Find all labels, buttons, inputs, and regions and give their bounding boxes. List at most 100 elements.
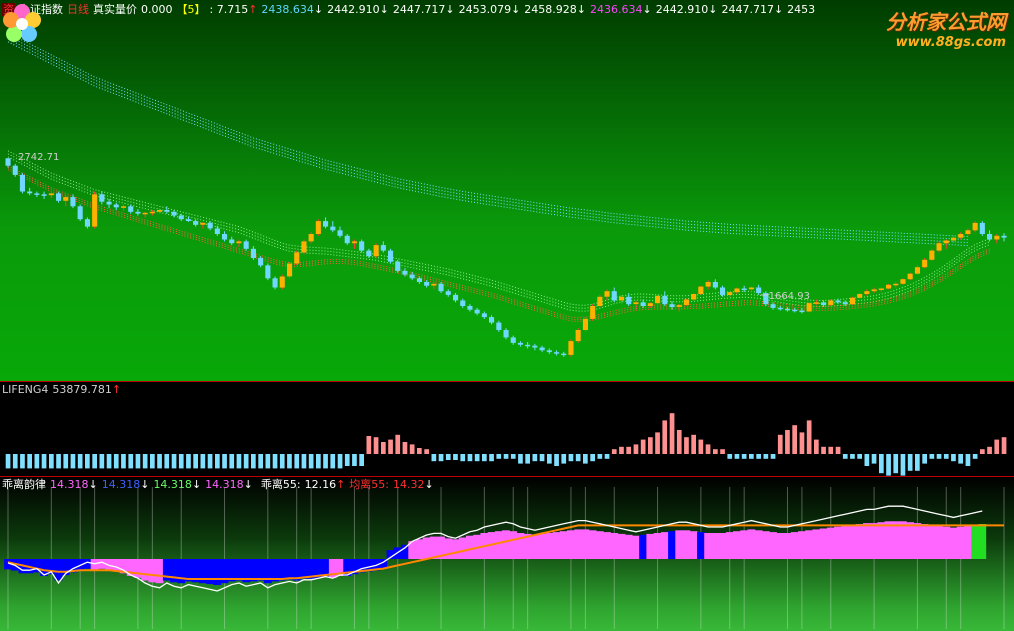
candle-body [481, 313, 487, 318]
candle-body [936, 243, 942, 251]
regime-block [949, 527, 958, 559]
candle-body [222, 234, 228, 240]
candle-body [987, 234, 993, 240]
regime-block [834, 526, 842, 559]
volume-bar [337, 454, 343, 469]
volume-bar [662, 420, 668, 454]
indicator-value: 0.000 [141, 3, 173, 16]
regime-block [884, 521, 893, 559]
regime-block [552, 532, 561, 559]
oscillator-chart [4, 487, 1005, 629]
candle-body [741, 288, 747, 290]
volume-bar [373, 437, 379, 454]
osc-arrow-3: ↓ [243, 478, 253, 491]
volume-bar [720, 449, 725, 454]
regime-block [646, 533, 655, 559]
candle-body [315, 221, 321, 234]
regime-block [502, 530, 510, 559]
candle-body [647, 303, 653, 306]
regime-block [927, 524, 936, 559]
volume-bar [395, 434, 401, 454]
ma-value-3: 2453.079 [458, 3, 512, 16]
regime-block [177, 559, 186, 584]
price-panel[interactable]: 资上证指数 日线 真实量价 0.000 【5】: 7.715↑ 2438.634↓ 2442… [0, 0, 1014, 382]
regime-block [451, 539, 460, 559]
ma-value-7: 2447.717 [721, 3, 774, 16]
volume-bar [547, 454, 552, 464]
site-logo[interactable]: 分析家公式网 www.88gs.com [886, 6, 1006, 50]
ma-arrow-3: ↓ [511, 3, 521, 16]
candle-body [207, 222, 213, 229]
candle-body [359, 241, 365, 251]
candle-body [323, 221, 329, 227]
regime-block [718, 533, 727, 559]
volume-bar [640, 439, 646, 454]
volume-bar [806, 420, 812, 454]
candle-body [63, 197, 69, 201]
regime-block [761, 531, 770, 559]
volume-bar [323, 454, 328, 469]
oscillator-panel[interactable]: 乖离韵律 14.318↓ 14.318↓ 14.318↓ 14.318↓ 乖离55: 12.… [0, 477, 1014, 631]
candle-body [272, 278, 278, 288]
regime-block [235, 559, 243, 581]
volume-bar [474, 454, 480, 462]
regime-block [134, 559, 142, 578]
volume-bar [655, 432, 660, 454]
volume-bar [287, 454, 292, 469]
regime-block [581, 529, 590, 559]
volume-bar [510, 454, 516, 459]
ma-arrow-1: ↓ [379, 3, 389, 16]
candle-body [683, 299, 689, 305]
candle-body [799, 310, 805, 313]
volume-bar [265, 454, 271, 469]
regime-block [848, 524, 857, 559]
regime-block [971, 524, 979, 559]
volume-bar [698, 439, 704, 454]
candle-body [720, 287, 726, 295]
regime-block [956, 526, 965, 559]
candle-body [914, 267, 920, 274]
candle-body [611, 291, 617, 301]
volume-bar [980, 449, 985, 454]
volume-bar [215, 454, 220, 469]
volume-panel[interactable]: LIFENG4 53879.781↑ [0, 382, 1014, 477]
volume-bar [611, 449, 617, 454]
volume-bar [929, 454, 935, 459]
regime-block [891, 521, 900, 559]
volume-bar [207, 454, 213, 469]
osc-value-2: 14.318 [153, 478, 192, 491]
volume-bar [12, 454, 18, 469]
ma-value-0: 2438.634 [261, 3, 314, 16]
volume-bar [633, 444, 639, 454]
candle-body [19, 174, 25, 192]
candle-body [489, 317, 495, 323]
candle-body [871, 289, 877, 292]
osc-label3: 均离55: [349, 478, 389, 491]
candle-body [27, 191, 33, 194]
regime-block [213, 559, 222, 585]
volume-bar [951, 454, 956, 462]
candle-body [185, 219, 191, 221]
candle-body [582, 318, 588, 330]
ma-value-2: 2447.717 [392, 3, 446, 16]
volume-bar [200, 454, 206, 469]
regime-block [429, 536, 438, 559]
ma-value-1: 2442.910 [327, 3, 380, 16]
candle-body [496, 322, 502, 330]
regime-block [603, 532, 611, 559]
volume-bar [691, 434, 696, 454]
candle-body [951, 237, 957, 241]
volume-bar [879, 454, 884, 474]
volume-bar [734, 454, 740, 459]
volume-bar [121, 454, 126, 469]
ma-values: 2438.634↓ 2442.910↓ 2447.717↓ 2453.079↓ 2458… [261, 3, 819, 16]
ma-value-4: 2458.928 [524, 3, 577, 16]
candle-body [84, 219, 90, 227]
volume-bar [886, 454, 891, 476]
volume-bar [388, 439, 393, 454]
regime-block [978, 524, 987, 559]
regime-block [415, 539, 424, 559]
volume-bar [799, 432, 805, 454]
candle-body [900, 279, 906, 284]
ma-band-mid-0 [7, 150, 990, 306]
